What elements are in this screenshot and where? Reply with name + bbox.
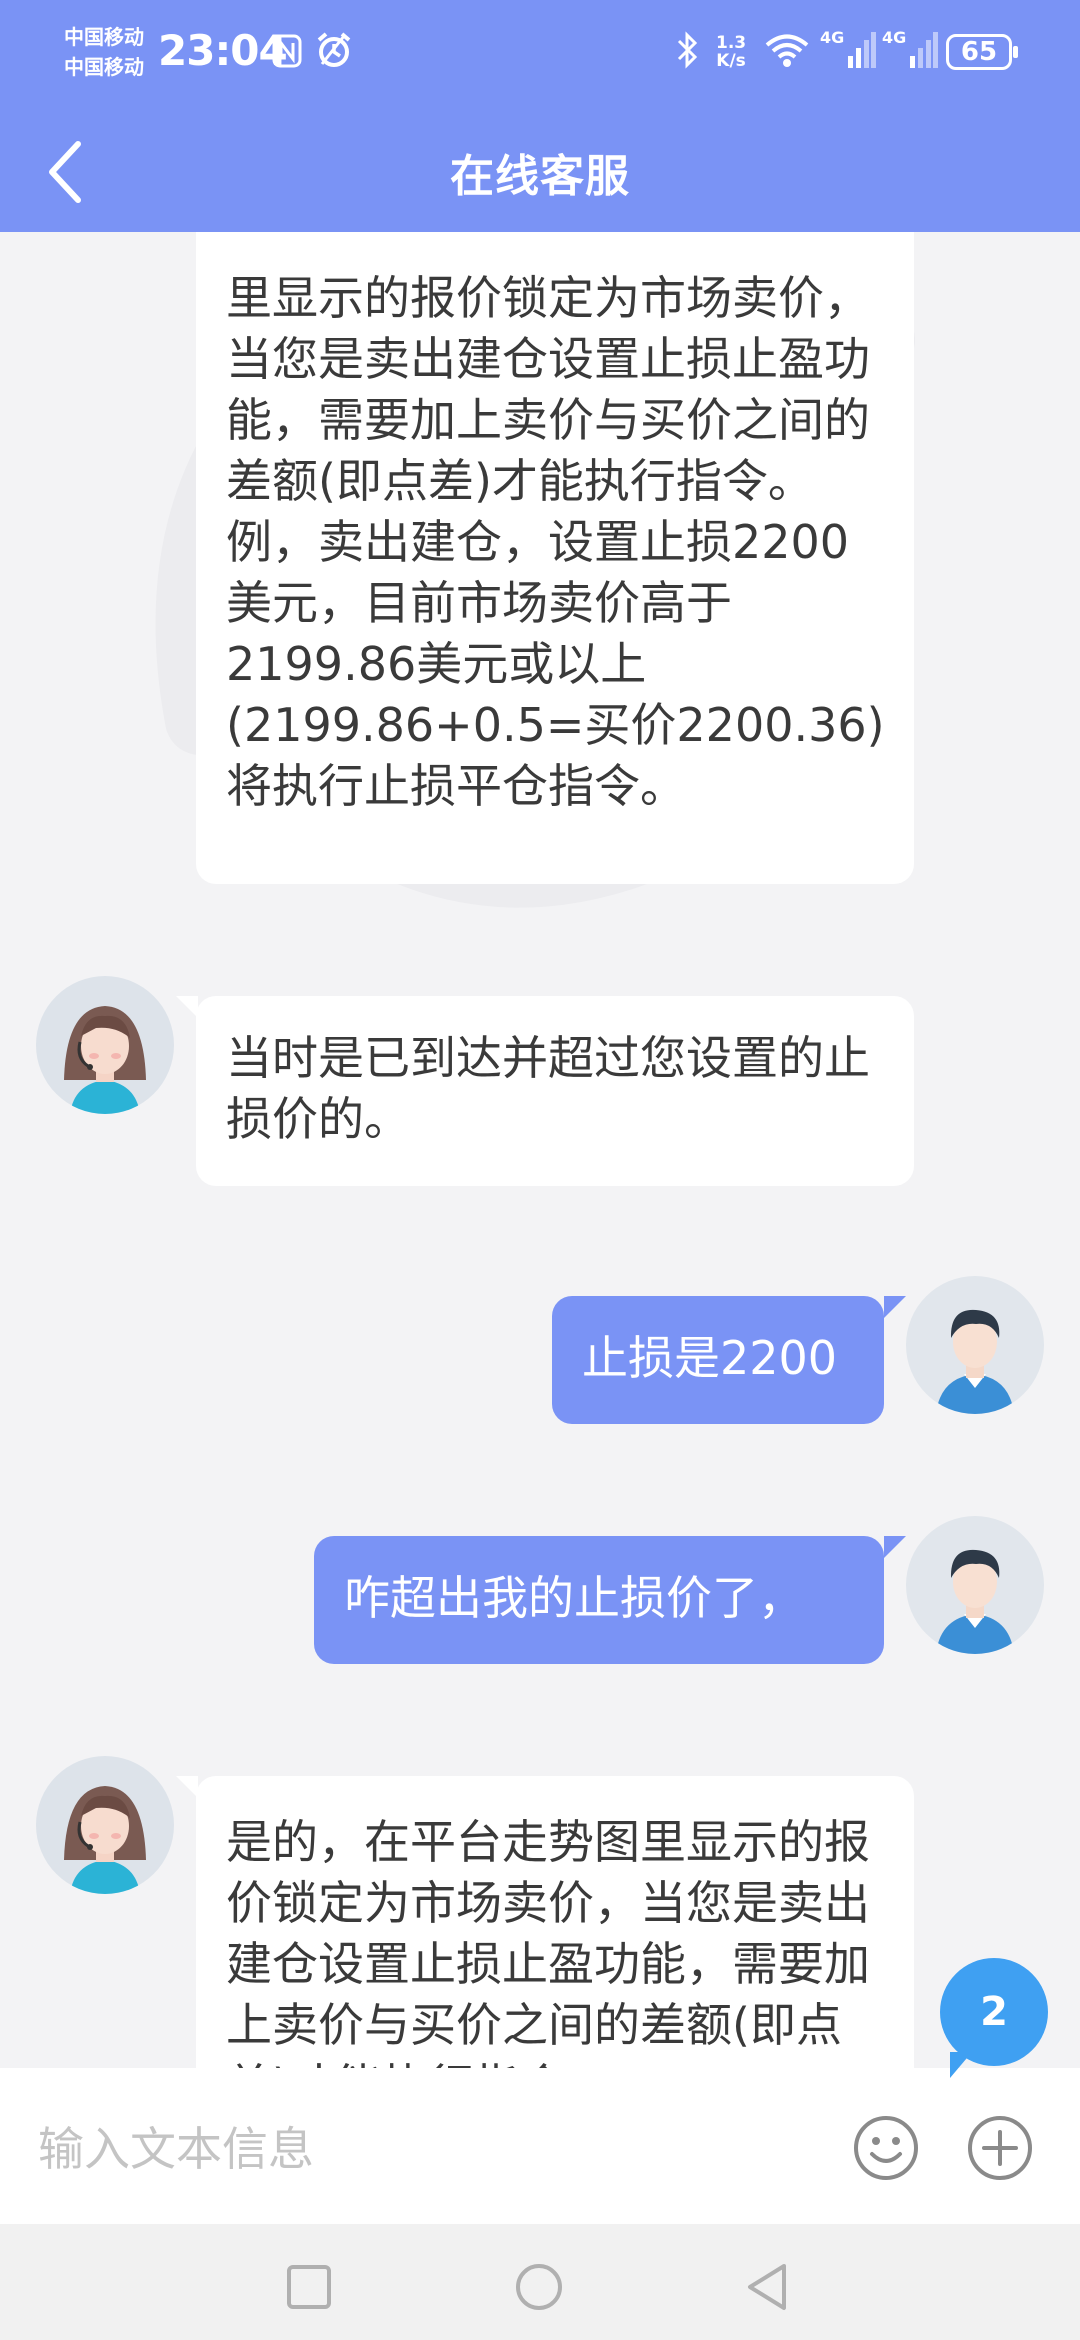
bluetooth-icon	[674, 30, 700, 79]
wifi-icon	[764, 32, 810, 72]
bubble-tail	[176, 1776, 198, 1798]
message-text: 里显示的报价锁定为市场卖价，当您是卖出建仓设置止损止盈功能，需要加上卖价与买价之…	[226, 271, 885, 813]
alarm-icon	[314, 30, 354, 74]
headset-agent-avatar	[64, 1786, 146, 1894]
nfc-icon	[272, 34, 302, 76]
system-back-button[interactable]	[744, 2262, 790, 2316]
carrier-1: 中国移动	[64, 25, 144, 49]
sim1-network-label: 4G	[820, 28, 845, 47]
chat-area[interactable]: 里显示的报价锁定为市场卖价，当您是卖出建仓设置止损止盈功能，需要加上卖价与买价之…	[0, 232, 1080, 2068]
net-speed-value: 1.3	[716, 33, 747, 53]
user-avatar-icon	[936, 1309, 1014, 1414]
message-text: 是的，在平台走势图里显示的报价锁定为市场卖价，当您是卖出建仓设置止损止盈功能，需…	[226, 1815, 870, 2068]
user-avatar	[906, 1516, 1044, 1654]
headset-agent-avatar	[64, 1006, 146, 1114]
net-speed: 1.3 K/s	[716, 34, 746, 70]
page-title: 在线客服	[450, 151, 630, 202]
more-options-button[interactable]	[966, 2114, 1034, 2186]
system-navigation-bar	[0, 2224, 1080, 2340]
circle-icon	[516, 2264, 562, 2310]
message-text: 咋超出我的止损价了，	[344, 1571, 804, 1625]
user-message: 止损是2200	[552, 1296, 884, 1424]
agent-message: 当时是已到达并超过您设置的止损价的。	[196, 996, 914, 1186]
emoji-button[interactable]	[852, 2114, 920, 2186]
battery-indicator: 65	[946, 34, 1018, 70]
message-text: 当时是已到达并超过您设置的止损价的。	[226, 1031, 870, 1146]
bubble-tail	[176, 996, 198, 1018]
agent-avatar	[36, 976, 174, 1114]
recents-button[interactable]	[286, 2264, 332, 2314]
unread-count-badge[interactable]: 2	[940, 1958, 1048, 2078]
bubble-tail	[884, 1536, 906, 1558]
sim2-network-label: 4G	[882, 28, 907, 47]
carrier-2: 中国移动	[64, 55, 144, 79]
nav-bar: 在线客服	[0, 110, 1080, 232]
message-text: 止损是2200	[582, 1331, 838, 1385]
home-button[interactable]	[514, 2262, 564, 2316]
user-avatar-icon	[936, 1549, 1014, 1654]
status-bar: 中国移动 中国移动 23:04 1.3 K/s 4G 4G 65	[0, 0, 1080, 110]
input-bar	[0, 2068, 1080, 2224]
agent-message: 是的，在平台走势图里显示的报价锁定为市场卖价，当您是卖出建仓设置止损止盈功能，需…	[196, 1776, 914, 2068]
user-avatar	[906, 1276, 1044, 1414]
signal-sim1-icon: 4G	[820, 28, 876, 76]
agent-avatar	[36, 1756, 174, 1894]
agent-message: 里显示的报价锁定为市场卖价，当您是卖出建仓设置止损止盈功能，需要加上卖价与买价之…	[196, 232, 914, 884]
user-message: 咋超出我的止损价了，	[314, 1536, 884, 1664]
net-speed-unit: K/s	[716, 51, 746, 71]
clock: 23:04	[158, 26, 288, 75]
triangle-back-icon	[748, 2264, 786, 2310]
plus-circle-icon	[968, 2116, 1032, 2180]
bubble-tail	[884, 1296, 906, 1318]
smiley-icon	[854, 2116, 918, 2180]
top-bar: 中国移动 中国移动 23:04 1.3 K/s 4G 4G 65 在线客服	[0, 0, 1080, 232]
signal-sim2-icon: 4G	[882, 28, 938, 76]
square-icon	[287, 2265, 331, 2309]
carrier-info: 中国移动 中国移动	[64, 22, 144, 82]
message-input[interactable]	[36, 2116, 820, 2182]
